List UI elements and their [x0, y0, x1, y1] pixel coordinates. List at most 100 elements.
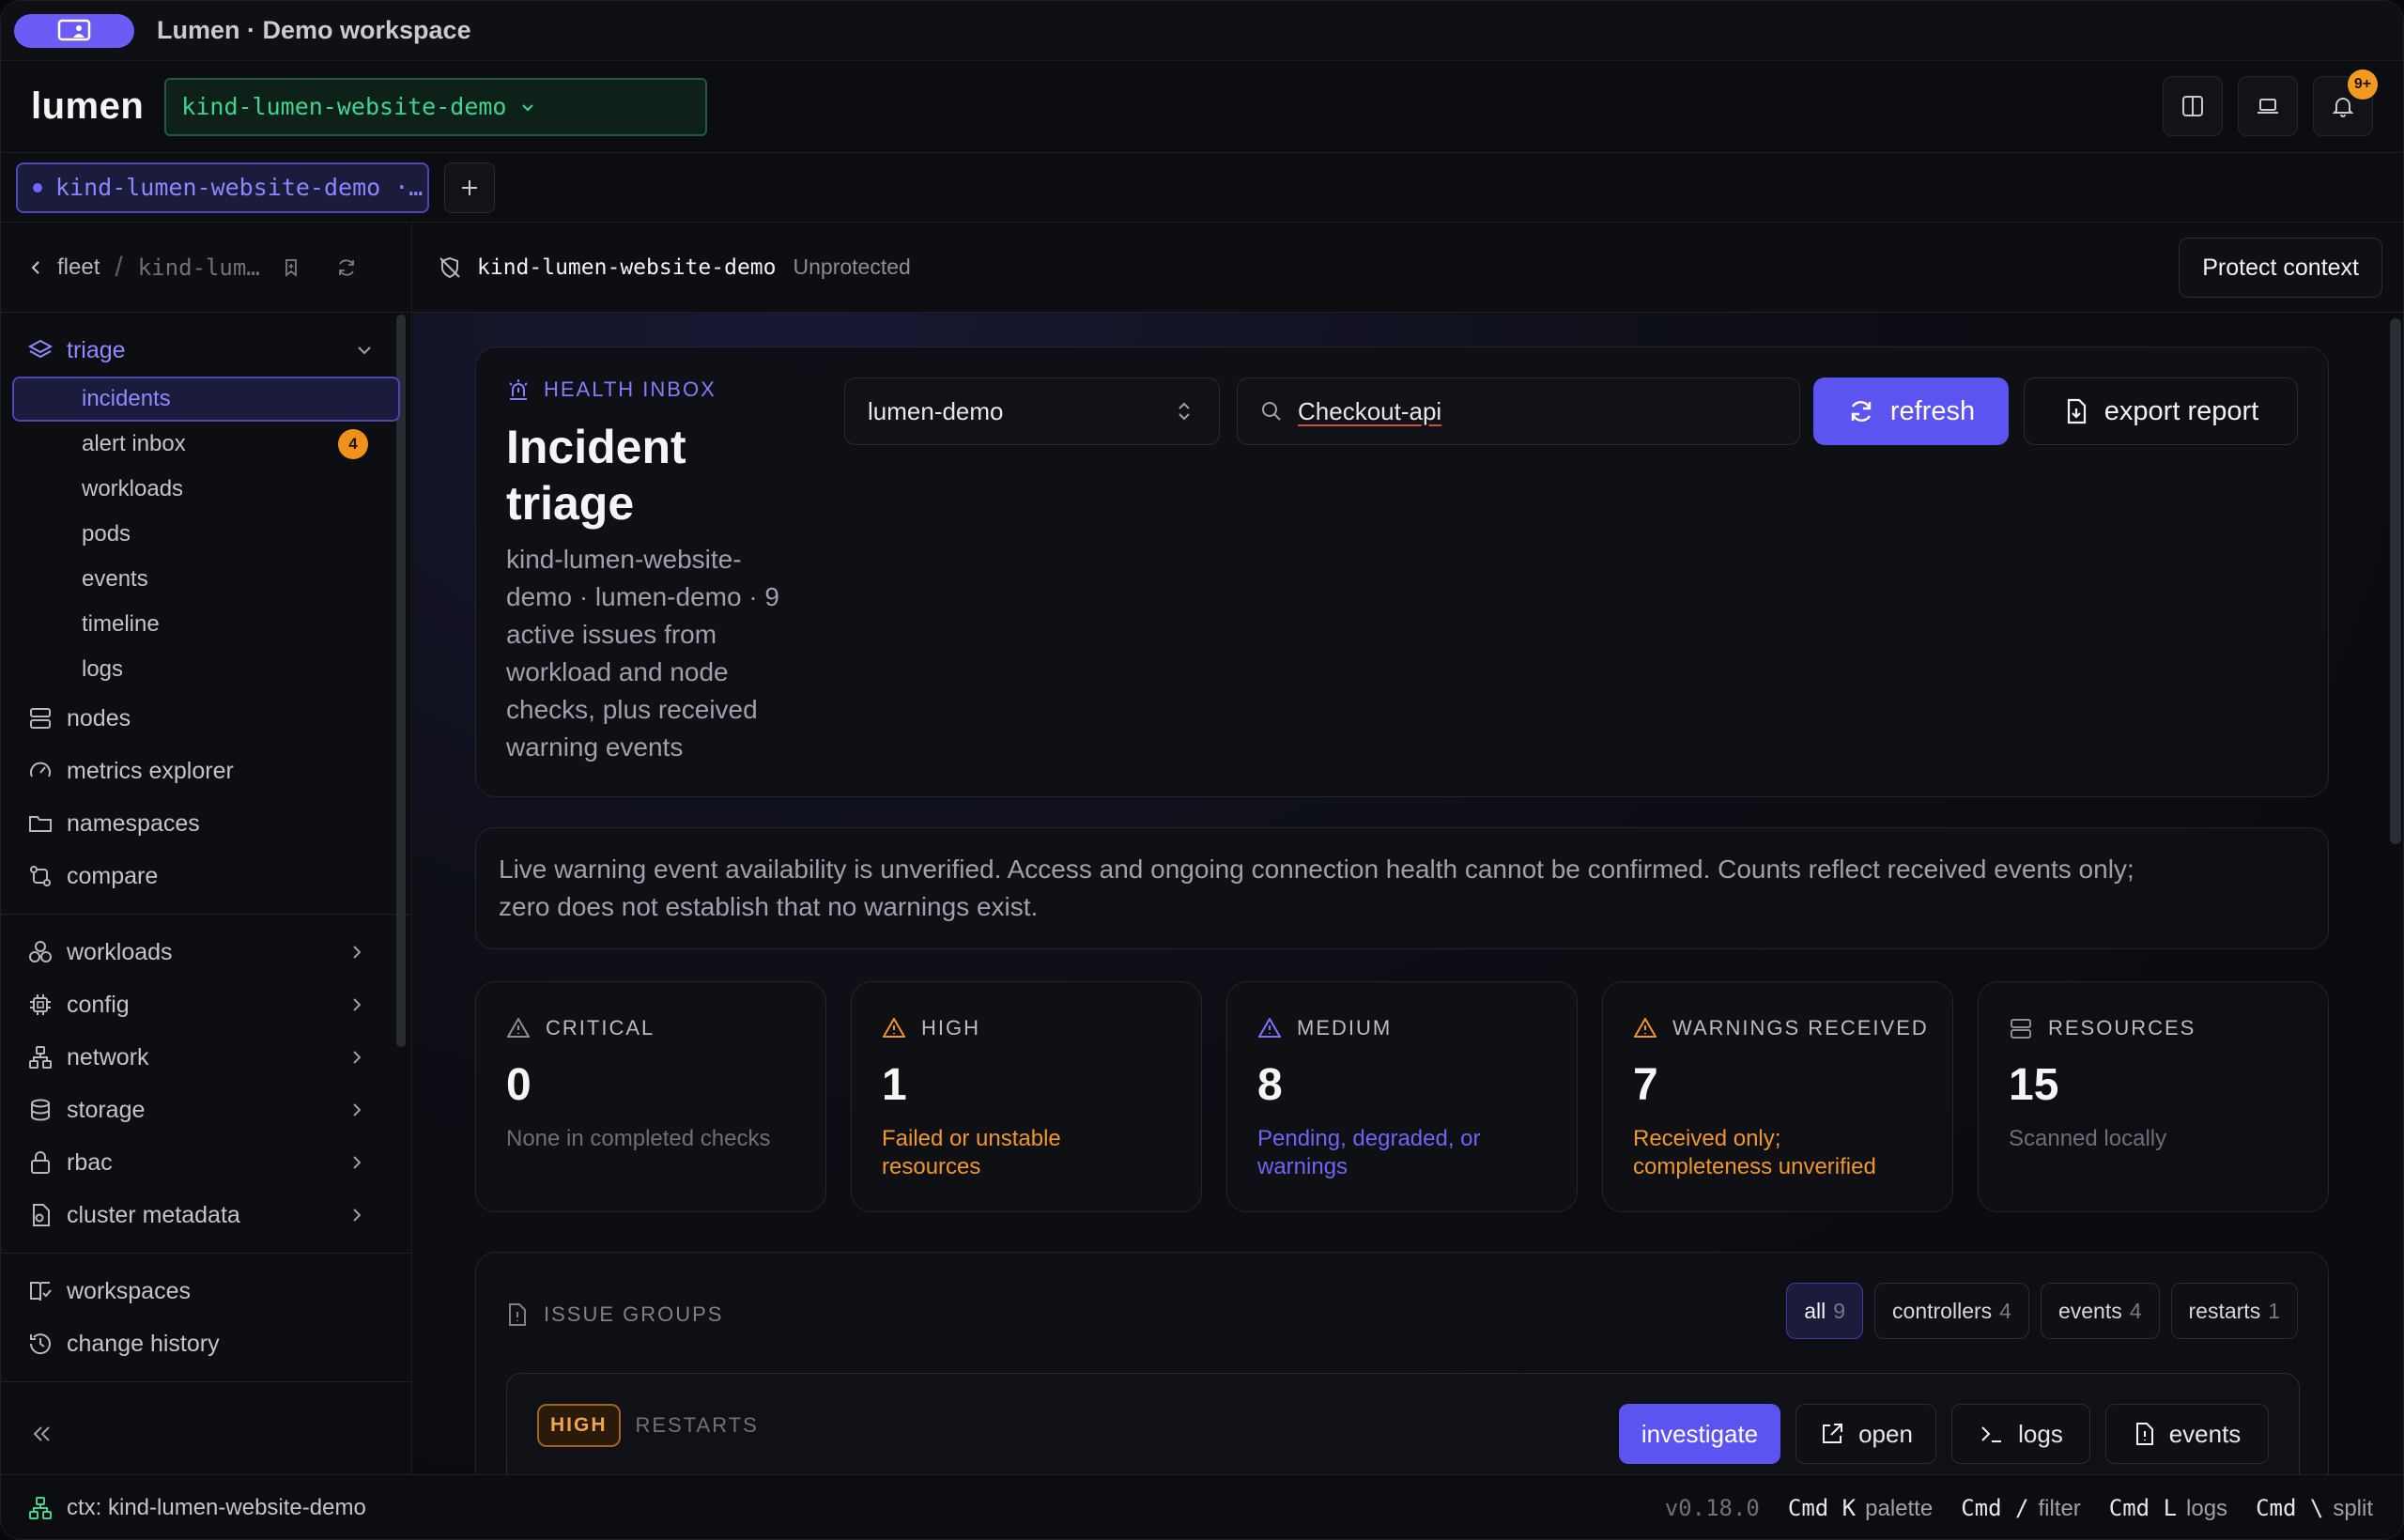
- chip-count: 1: [2268, 1298, 2280, 1323]
- shortcut-palette[interactable]: Cmd K palette: [1788, 1495, 1933, 1522]
- filter-chip-controllers[interactable]: controllers 4: [1874, 1283, 2029, 1339]
- alert-count-badge: 4: [338, 429, 368, 459]
- chip-label: controllers: [1892, 1298, 1993, 1323]
- nav-group-label: network: [67, 1043, 149, 1070]
- sidebar-divider: [1, 1253, 411, 1254]
- severity-badge: HIGH: [537, 1404, 621, 1447]
- page-title: Incident: [506, 421, 686, 473]
- nav-group-rbac[interactable]: rbac: [1, 1136, 411, 1189]
- status-context-label: ctx: kind-lumen-website-demo: [67, 1495, 366, 1520]
- chip-count: 4: [1999, 1298, 2011, 1323]
- context-select[interactable]: kind-lumen-website-demo: [164, 77, 708, 136]
- content-area: HEALTH INBOX Incident triage kind-lumen-…: [413, 313, 2385, 1474]
- main-scrollbar[interactable]: [2390, 318, 2401, 844]
- sidebar-item-logs[interactable]: logs: [1, 647, 411, 692]
- nav-group-cluster-metadata[interactable]: cluster metadata: [1, 1189, 411, 1241]
- shortcut-filter[interactable]: Cmd / filter: [1961, 1495, 2081, 1522]
- search-input[interactable]: Checkout-api: [1237, 377, 1800, 445]
- shortcut-label: palette: [1865, 1495, 1934, 1521]
- sidebar-item-label: namespaces: [67, 809, 200, 837]
- sidebar-item-workloads[interactable]: workloads: [1, 467, 411, 512]
- sidebar-item-label: alert inbox: [82, 431, 186, 456]
- sidebar-item-events[interactable]: events: [1, 557, 411, 602]
- warning-triangle-icon: [507, 1018, 530, 1038]
- sidebar-item-workspaces[interactable]: workspaces: [1, 1265, 411, 1317]
- compare-icon: [30, 866, 51, 886]
- nav-group-workloads[interactable]: workloads: [1, 926, 411, 978]
- chevron-down-icon: [358, 346, 371, 355]
- nav-group-triage[interactable]: triage: [1, 324, 411, 377]
- stat-value: 1: [882, 1060, 907, 1110]
- columns-icon: [2182, 96, 2203, 116]
- sidebar-item-pods[interactable]: pods: [1, 512, 411, 557]
- description-line: workload and node: [506, 657, 729, 686]
- stat-value: 0: [506, 1060, 532, 1110]
- nav-group-config[interactable]: config: [1, 978, 411, 1031]
- app-switcher-button[interactable]: [14, 13, 134, 48]
- lock-icon: [31, 1151, 50, 1174]
- breadcrumb-fleet[interactable]: fleet: [57, 254, 100, 281]
- nav-group-network[interactable]: network: [1, 1031, 411, 1084]
- chevron-right-icon: [353, 998, 362, 1011]
- bookmark-icon[interactable]: [281, 257, 301, 278]
- investigate-button[interactable]: investigate: [1619, 1404, 1780, 1464]
- export-report-button[interactable]: export report: [2024, 377, 2298, 445]
- terminal-panel-button[interactable]: [2238, 76, 2298, 136]
- notifications-button[interactable]: 9+: [2313, 69, 2378, 136]
- shortcut-split[interactable]: Cmd \ split: [2256, 1495, 2373, 1522]
- sidebar-item-namespaces[interactable]: namespaces: [1, 797, 411, 850]
- eyebrow-label: HEALTH INBOX: [544, 377, 717, 401]
- sidebar-item-label: timeline: [82, 611, 160, 637]
- tab-kind-lumen-website-demo[interactable]: kind-lumen-website-demo ·…: [16, 162, 429, 213]
- chevron-left-icon[interactable]: [27, 259, 44, 276]
- action-label: events: [2168, 1419, 2242, 1448]
- sidebar-item-change-history[interactable]: change history: [1, 1317, 411, 1370]
- logs-button[interactable]: logs: [1951, 1404, 2090, 1464]
- sidebar-item-metrics-explorer[interactable]: metrics explorer: [1, 745, 411, 797]
- filter-chip-events[interactable]: events 4: [2040, 1283, 2160, 1339]
- collapse-sidebar-icon[interactable]: [29, 1422, 54, 1446]
- sidebar: fleet / kind-lum… triage incidents alert…: [1, 223, 412, 1474]
- shortcut-keys: Cmd L: [2108, 1494, 2178, 1521]
- sidebar-item-label: pods: [82, 521, 131, 547]
- chip-count: 4: [2129, 1298, 2142, 1323]
- shield-off-icon: [439, 256, 460, 278]
- refresh-icon[interactable]: [335, 256, 358, 279]
- issue-groups-title: ISSUE GROUPS: [544, 1302, 724, 1326]
- database-icon: [31, 1099, 50, 1121]
- open-button[interactable]: open: [1795, 1404, 1936, 1464]
- nav-group-storage[interactable]: storage: [1, 1084, 411, 1136]
- action-label: investigate: [1641, 1419, 1759, 1448]
- sidebar-item-incidents[interactable]: incidents: [12, 377, 400, 422]
- app-window: Lumen · Demo workspace lumen kind-lumen-…: [0, 0, 2404, 1540]
- events-button[interactable]: events: [2105, 1404, 2269, 1464]
- stat-note-line: resources: [882, 1154, 981, 1179]
- description-line: active issues from: [506, 620, 717, 649]
- protect-context-button[interactable]: Protect context: [2179, 238, 2382, 298]
- refresh-button[interactable]: refresh: [1813, 377, 2009, 445]
- main-panel: kind-lumen-website-demo Unprotected Prot…: [413, 223, 2403, 1474]
- page-description: kind-lumen-website- demo · lumen-demo · …: [506, 541, 825, 766]
- filter-chip-restarts[interactable]: restarts 1: [2170, 1283, 2298, 1339]
- filter-chip-all[interactable]: all 9: [1786, 1283, 1864, 1339]
- sidebar-item-label: nodes: [67, 704, 131, 732]
- sidebar-item-nodes[interactable]: nodes: [1, 692, 411, 745]
- chevron-right-icon: [353, 946, 362, 959]
- book-check-icon: [30, 1282, 52, 1301]
- sidebar-item-label: logs: [82, 656, 124, 682]
- sidebar-item-compare[interactable]: compare: [1, 850, 411, 902]
- sidebar-item-alert-inbox[interactable]: alert inbox 4: [1, 422, 411, 467]
- protection-state: Unprotected: [793, 254, 911, 279]
- layers-icon: [27, 339, 54, 359]
- tab-label: kind-lumen-website-demo ·…: [55, 174, 424, 201]
- chip-label: events: [2057, 1298, 2122, 1323]
- sidebar-item-timeline[interactable]: timeline: [1, 602, 411, 647]
- server-icon: [30, 708, 51, 729]
- stat-label: RESOURCES: [2009, 1016, 2196, 1040]
- split-view-button[interactable]: [2163, 76, 2223, 136]
- namespace-select[interactable]: lumen-demo: [844, 377, 1220, 445]
- chip-count: 9: [1833, 1298, 1846, 1323]
- add-tab-button[interactable]: [444, 162, 495, 213]
- brand-logo: lumen: [31, 85, 145, 127]
- shortcut-logs[interactable]: Cmd L logs: [2109, 1495, 2227, 1522]
